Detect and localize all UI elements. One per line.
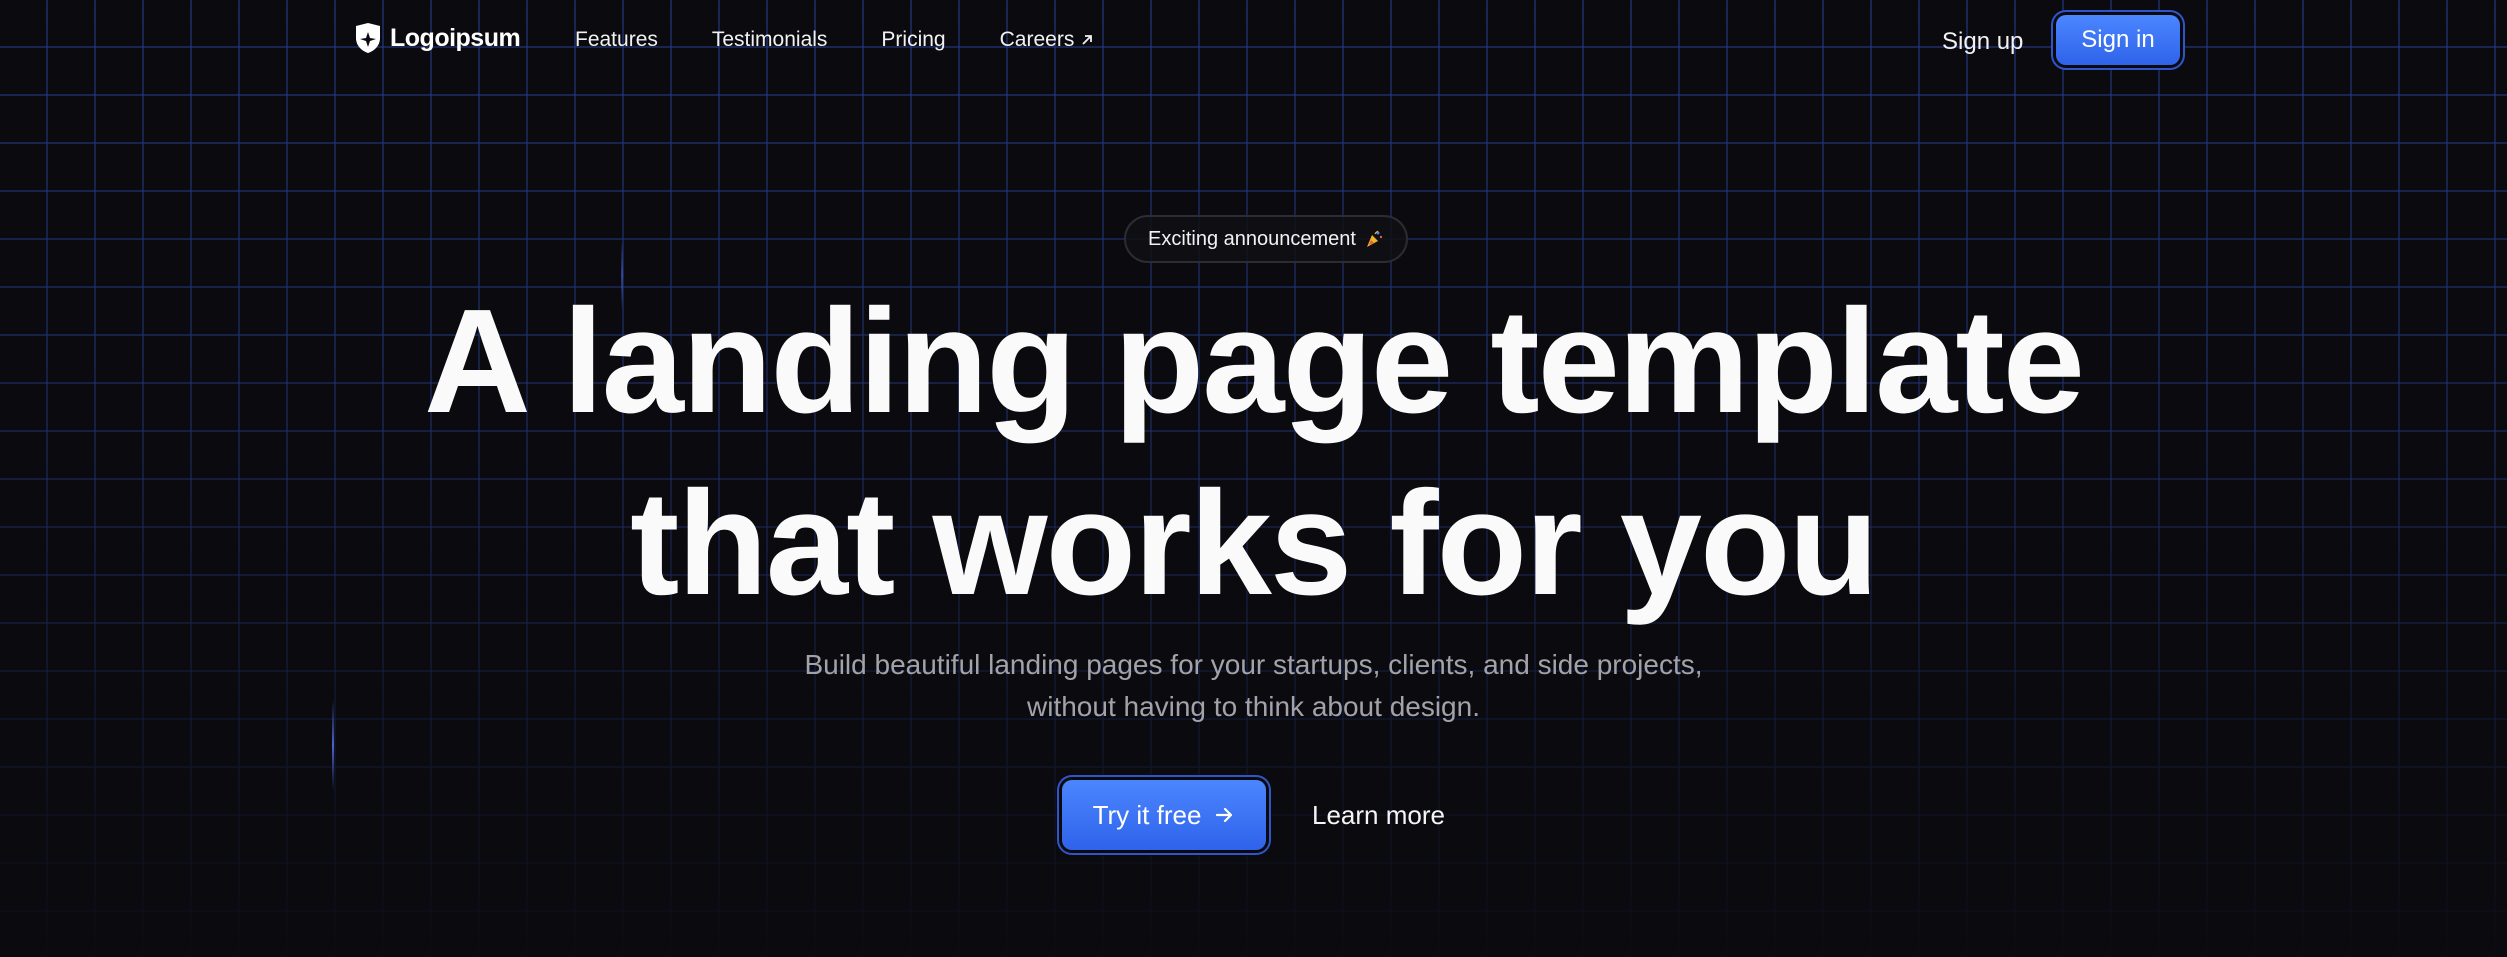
nav-features[interactable]: Features <box>575 28 658 52</box>
shield-logo-icon <box>356 23 380 53</box>
try-it-free-button[interactable]: Try it free <box>1062 780 1266 850</box>
nav-testimonials[interactable]: Testimonials <box>712 28 828 52</box>
external-arrow-icon <box>1082 35 1093 45</box>
hero-title-line-2: that works for you <box>630 461 1879 626</box>
party-popper-icon <box>1366 230 1383 247</box>
brand-name: Logoipsum <box>390 23 521 52</box>
arrow-right-icon <box>1216 807 1233 823</box>
hero-title-line-1: A landing page template <box>424 279 2085 444</box>
try-it-free-label: Try it free <box>1092 799 1202 830</box>
hero-subtitle-line-2: without having to think about design. <box>1027 691 1480 722</box>
sign-in-button[interactable]: Sign in <box>2056 15 2180 65</box>
nav-pricing[interactable]: Pricing <box>881 28 945 52</box>
sign-up-link[interactable]: Sign up <box>1942 28 2023 56</box>
learn-more-link[interactable]: Learn more <box>1312 800 1445 831</box>
nav-careers[interactable]: Careers <box>1000 28 1095 52</box>
announcement-label: Exciting announcement <box>1148 227 1356 250</box>
top-navbar: Logoipsum Features Testimonials Pricing … <box>0 0 2507 86</box>
hero-subtitle-line-1: Build beautiful landing pages for your s… <box>804 649 1703 680</box>
announcement-pill[interactable]: Exciting announcement <box>1124 215 1408 263</box>
main-nav: Features Testimonials Pricing Careers <box>575 28 1094 52</box>
brand-logo[interactable]: Logoipsum <box>354 22 521 54</box>
nav-careers-label: Careers <box>999 28 1075 51</box>
